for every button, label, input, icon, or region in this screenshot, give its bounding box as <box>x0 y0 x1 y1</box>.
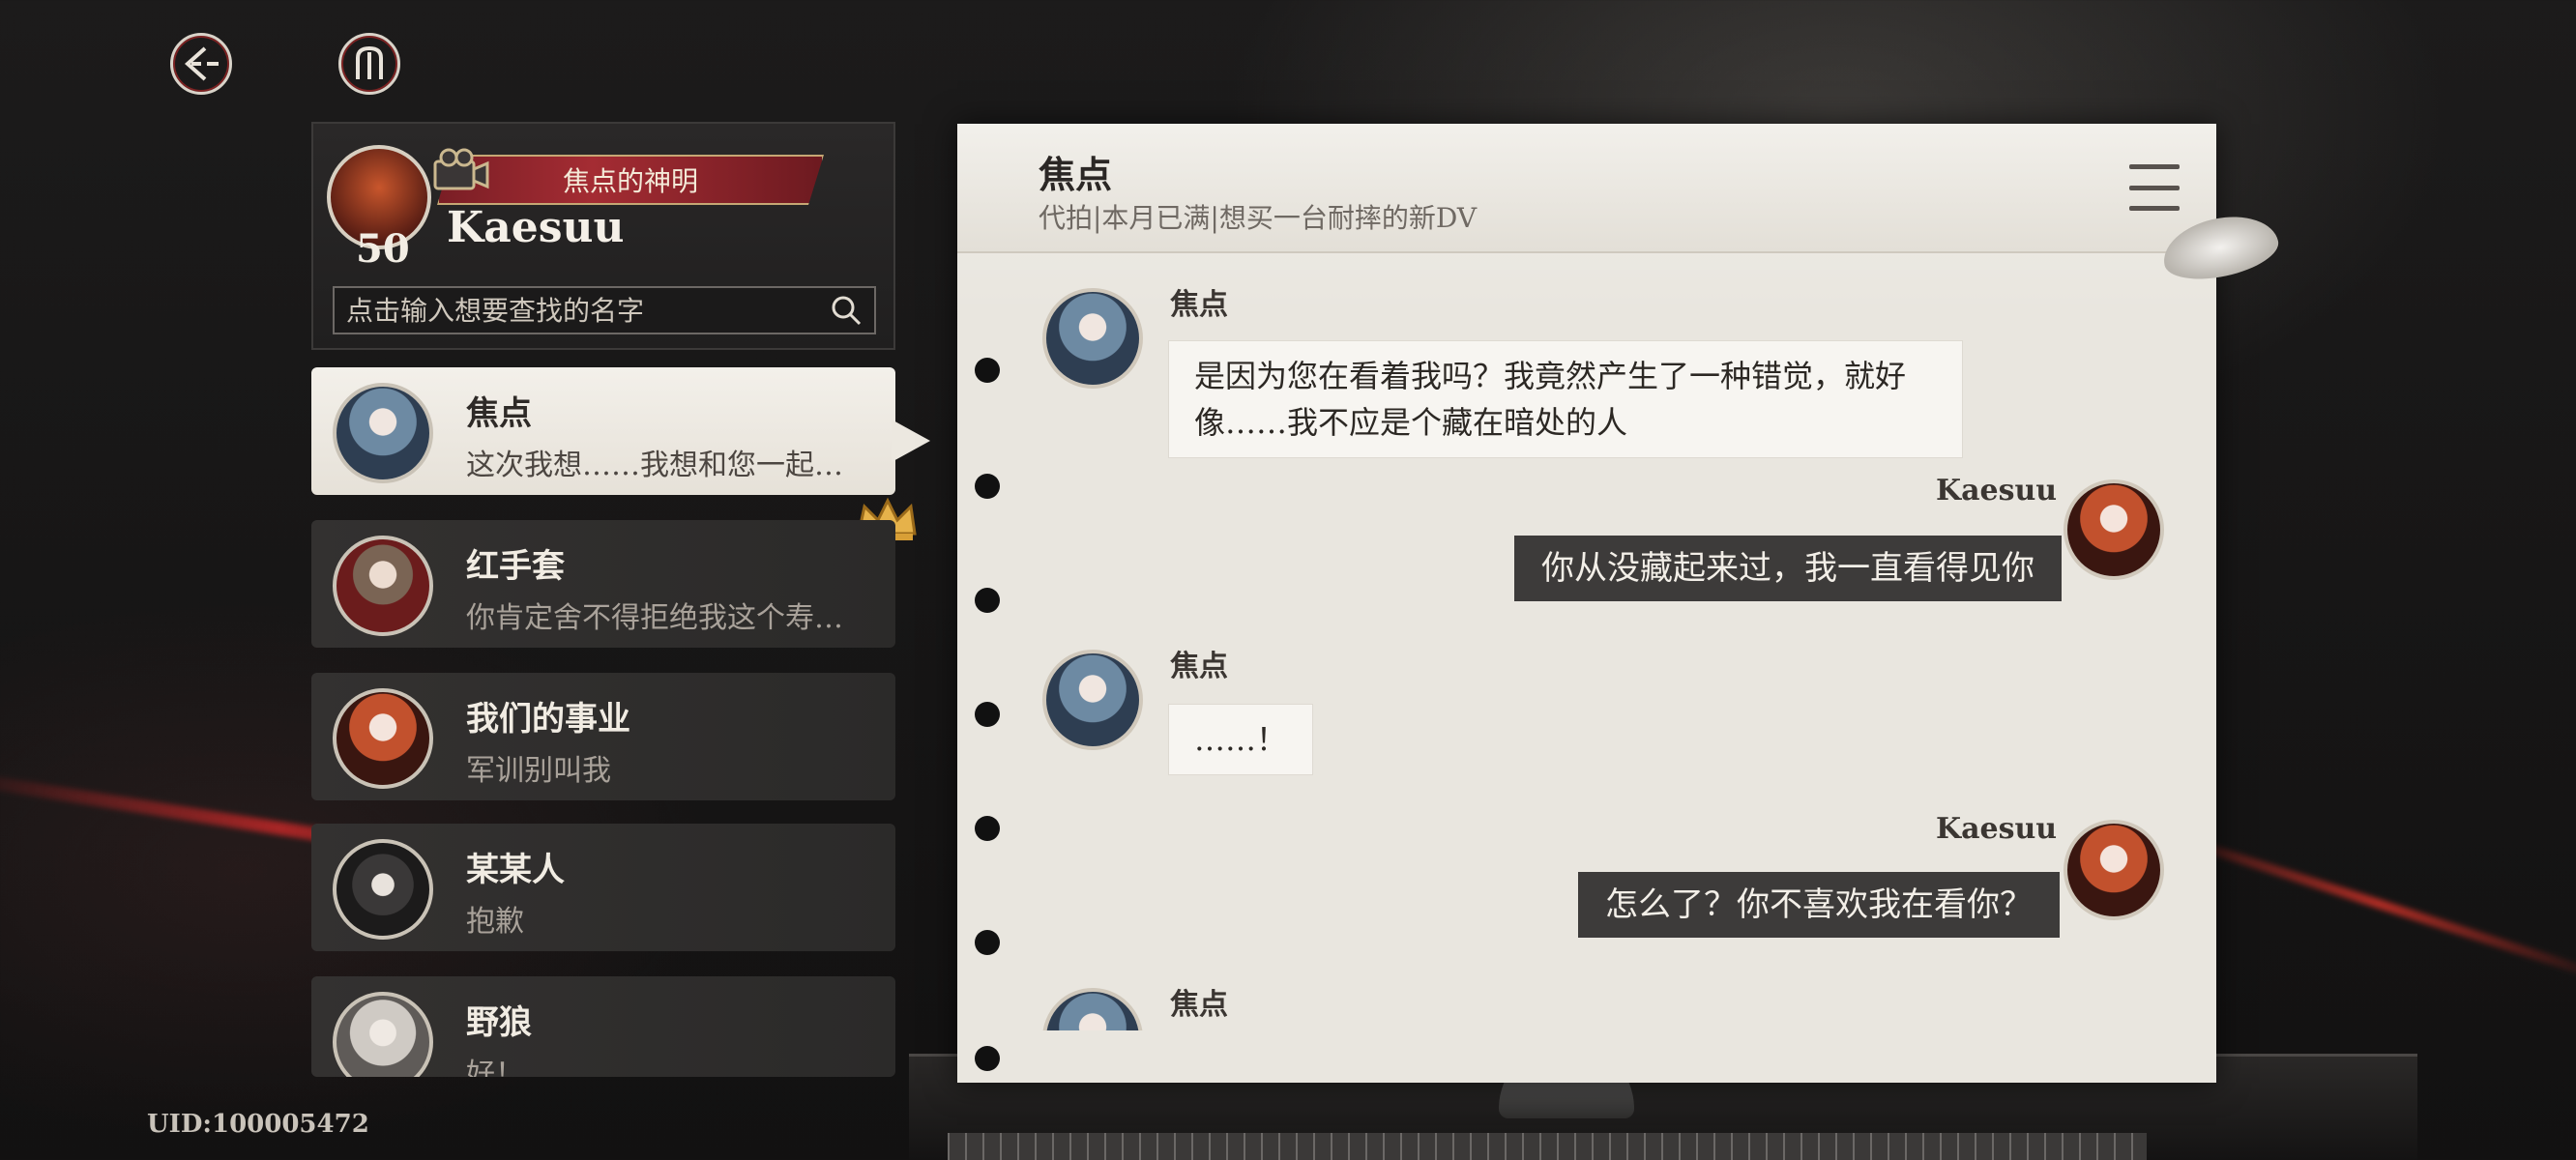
back-button[interactable] <box>170 33 232 95</box>
contact-name: 红手套 <box>466 547 565 586</box>
contact-avatar <box>333 383 433 483</box>
profile-card: 50 焦点的神明 Kaesuu <box>311 122 895 350</box>
user-id: UID:100005472 <box>147 1110 369 1139</box>
sender-avatar[interactable] <box>1042 988 1143 1030</box>
contact-item-wild-wolf[interactable]: 野狼 好！ <box>311 976 895 1077</box>
contact-item-someone[interactable]: 某某人 抱歉 <box>311 824 895 951</box>
contact-name: 野狼 <box>466 1003 532 1042</box>
player-level: 50 <box>356 226 410 272</box>
search-icon[interactable] <box>830 294 863 327</box>
contact-last-message: 军训别叫我 <box>466 754 611 788</box>
camera-icon <box>427 143 495 199</box>
contact-search <box>333 286 876 334</box>
contact-name: 焦点 <box>466 394 532 433</box>
typewriter-ruler <box>948 1133 2147 1160</box>
back-arrow-icon <box>184 46 219 81</box>
chat-message-incoming: 焦点 <box>957 124 2216 1030</box>
contact-last-message: 这次我想……我想和您一起… <box>466 449 843 482</box>
contact-avatar <box>333 536 433 636</box>
crest-menu-icon <box>356 45 383 79</box>
contact-avatar <box>333 992 433 1077</box>
contact-avatar <box>333 839 433 940</box>
sender-name: 焦点 <box>1170 988 1228 1022</box>
contact-item-jiaodian[interactable]: 焦点 这次我想……我想和您一起… <box>311 367 895 495</box>
binder-hole <box>975 1046 1000 1071</box>
contact-last-message: 抱歉 <box>466 905 524 939</box>
contact-item-red-glove[interactable]: 红手套 你肯定舍不得拒绝我这个寿… <box>311 520 895 648</box>
contact-name: 某某人 <box>466 851 565 889</box>
contact-avatar <box>333 688 433 789</box>
contact-item-our-business[interactable]: 我们的事业 军训别叫我 <box>311 673 895 800</box>
contact-name: 我们的事业 <box>466 700 630 739</box>
title-badge[interactable]: 焦点的神明 <box>437 155 824 205</box>
search-input[interactable] <box>346 294 830 327</box>
contact-last-message: 好！ <box>466 1058 524 1077</box>
chat-panel: 焦点 代拍|本月已满|想买一台耐摔的新DV 焦点 是因为您在看着我吗？我竟然产生… <box>957 124 2216 1083</box>
contact-last-message: 你肯定舍不得拒绝我这个寿… <box>466 601 843 635</box>
home-menu-button[interactable] <box>338 33 400 95</box>
active-indicator <box>892 420 930 462</box>
player-name: Kaesuu <box>447 203 625 252</box>
